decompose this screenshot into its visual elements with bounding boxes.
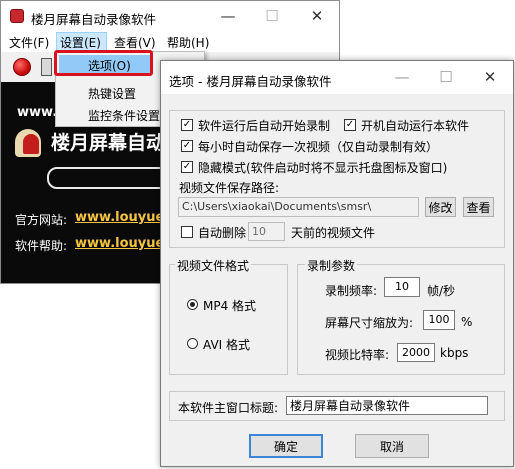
scale-label: 屏幕尺寸缩放为:: [325, 316, 414, 330]
help-label: 软件帮助:: [15, 239, 68, 253]
auto-record-checkbox[interactable]: ✓: [181, 119, 193, 131]
main-window-title: 楼月屏幕自动录像软件: [31, 12, 157, 27]
auto-delete-checkbox[interactable]: [181, 226, 193, 238]
save-path-label: 视频文件保存路径:: [179, 181, 280, 195]
avi-label: AVI 格式: [203, 338, 251, 352]
modify-path-button[interactable]: 修改: [425, 197, 456, 217]
auto-delete-days-field[interactable]: 10: [248, 222, 285, 241]
maximize-button[interactable]: ☐: [250, 1, 294, 31]
menu-file[interactable]: 文件(F): [9, 35, 49, 51]
app-icon: [10, 9, 24, 23]
banner-pill: [47, 167, 177, 189]
ok-button[interactable]: 确定: [249, 434, 323, 458]
pause-icon[interactable]: [41, 58, 52, 76]
format-group-title: 视频文件格式: [175, 257, 252, 274]
official-site-label: 官方网站:: [15, 213, 68, 227]
menu-view[interactable]: 查看(V): [114, 35, 156, 51]
hidden-mode-label: 隐藏模式(软件启动时将不显示托盘图标及窗口): [198, 161, 448, 175]
highlight-frame: [54, 50, 153, 76]
dialog-maximize-button[interactable]: ☐: [424, 62, 468, 92]
menu-item-hotkeys[interactable]: 热键设置: [88, 85, 136, 102]
auto-delete-suffix: 天前的视频文件: [291, 226, 376, 240]
avi-radio[interactable]: [187, 338, 198, 349]
format-group: [169, 264, 288, 375]
auto-record-label: 软件运行后自动开始录制: [198, 119, 331, 133]
params-group-title: 录制参数: [305, 257, 358, 274]
banner-logo-text: 楼月屏幕自动: [51, 132, 166, 154]
scale-unit: %: [461, 315, 473, 329]
bitrate-field[interactable]: 2000: [397, 343, 435, 362]
record-icon[interactable]: [13, 58, 31, 76]
bitrate-unit: kbps: [440, 346, 469, 360]
main-titlebar[interactable]: 楼月屏幕自动录像软件 — ☐ ✕: [1, 1, 339, 32]
hidden-mode-checkbox[interactable]: ✓: [181, 161, 193, 173]
view-path-button[interactable]: 查看: [463, 197, 494, 217]
run-on-boot-label: 开机自动运行本软件: [361, 119, 470, 133]
window-title-field[interactable]: 楼月屏幕自动录像软件: [286, 396, 488, 415]
fps-label: 录制频率:: [325, 284, 378, 298]
dialog-title: 选项 - 楼月屏幕自动录像软件: [169, 74, 332, 89]
dialog-close-button[interactable]: ✕: [468, 62, 512, 92]
mp4-label: MP4 格式: [203, 299, 257, 313]
scale-field[interactable]: 100: [423, 310, 455, 330]
auto-delete-prefix: 自动删除: [198, 226, 247, 240]
menu-item-monitor-conditions[interactable]: 监控条件设置: [88, 107, 160, 124]
logo-icon: [15, 129, 41, 157]
logo-icon-inner: [23, 134, 39, 154]
mp4-radio[interactable]: [187, 299, 198, 310]
close-button[interactable]: ✕: [295, 1, 339, 31]
bitrate-label: 视频比特率:: [325, 348, 390, 362]
dialog-minimize-button[interactable]: —: [380, 62, 424, 92]
dialog-titlebar[interactable]: 选项 - 楼月屏幕自动录像软件 — ☐ ✕: [161, 61, 513, 94]
hourly-save-label: 每小时自动保存一次视频（仅自动录制有效）: [198, 140, 439, 154]
save-path-field[interactable]: C:\Users\xiaokai\Documents\smsr\: [178, 197, 419, 217]
menu-help[interactable]: 帮助(H): [167, 35, 209, 51]
window-title-label: 本软件主窗口标题:: [178, 401, 279, 415]
minimize-button[interactable]: —: [206, 1, 250, 31]
menu-settings[interactable]: 设置(E): [60, 35, 101, 51]
options-dialog: 选项 - 楼月屏幕自动录像软件 — ☐ ✕ ✓ 软件运行后自动开始录制 ✓ 开机…: [160, 60, 514, 467]
fps-unit: 帧/秒: [427, 284, 456, 298]
fps-field[interactable]: 10: [384, 277, 420, 297]
cancel-button[interactable]: 取消: [355, 434, 429, 458]
run-on-boot-checkbox[interactable]: ✓: [344, 119, 356, 131]
hourly-save-checkbox[interactable]: ✓: [181, 140, 193, 152]
